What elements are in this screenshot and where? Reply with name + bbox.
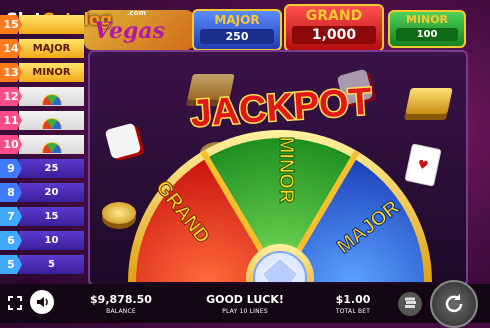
jackpot-wheel: GRAND MINOR MAJOR JACKPOT (128, 79, 432, 282)
wheel-label-minor: MINOR (275, 137, 297, 204)
mini-wheel-icon (19, 135, 84, 154)
paytable-row: 11 (0, 110, 84, 131)
paytable-row: 9 25 (0, 158, 84, 179)
major-amount: 250 (200, 29, 274, 44)
paytable-row: 10 (0, 134, 84, 155)
logo-com: .com (127, 9, 146, 17)
coin-stack-icon (405, 297, 416, 308)
spin-icon (445, 294, 463, 313)
bet-value: $1.00 (335, 293, 371, 306)
paytable-value: 15 (19, 207, 84, 226)
paytable-row: 7 15 (0, 206, 84, 227)
paytable-row: 12 (0, 86, 84, 107)
paytable-row: 15 (0, 14, 84, 35)
mini-wheel-graphic (41, 142, 62, 153)
grand-amount: 1,000 (292, 26, 376, 44)
bet-label: TOTAL BET (335, 308, 371, 315)
paytable-row: 6 10 (0, 230, 84, 251)
game-title: Vegas (94, 18, 166, 44)
paytable-row: 8 20 (0, 182, 84, 203)
grand-jackpot-meter: GRAND 1,000 (284, 4, 384, 52)
balance-display: $9,878.50 BALANCE (86, 293, 156, 315)
fullscreen-icon (8, 296, 22, 310)
major-jackpot-meter: MAJOR 250 (192, 9, 282, 51)
minor-jackpot-meter: MINOR 100 (388, 10, 466, 48)
grand-label: GRAND (305, 8, 363, 24)
paytable-row: 13 MINOR (0, 62, 84, 83)
minor-label: MINOR (405, 13, 449, 26)
paytable-value: MAJOR (19, 39, 84, 58)
paytable-value: MINOR (19, 63, 84, 82)
mini-wheel-graphic (41, 118, 62, 129)
bottom-bar: $9,878.50 BALANCE GOOD LUCK! PLAY 10 LIN… (0, 280, 490, 328)
coin-stack-button[interactable] (398, 292, 422, 316)
bet-display[interactable]: $1.00 TOTAL BET (328, 293, 378, 315)
lines-label: PLAY 10 LINES (222, 308, 268, 315)
paytable-value: 5 (19, 255, 84, 274)
jackpot-title: JACKPOT (189, 81, 373, 136)
sound-button[interactable] (30, 290, 54, 314)
message-display: GOOD LUCK! PLAY 10 LINES (205, 293, 285, 315)
mini-wheel-icon (19, 111, 84, 130)
paytable-row: 55 (0, 254, 84, 275)
sound-icon (37, 297, 48, 307)
fullscreen-button[interactable] (4, 292, 26, 314)
spin-button[interactable] (430, 280, 478, 328)
status-message: GOOD LUCK! (206, 293, 284, 306)
paytable-row: 14 MAJOR (0, 38, 84, 59)
mini-wheel-graphic (41, 94, 62, 105)
mini-wheel-icon (19, 87, 84, 106)
balance-value: $9,878.50 (90, 293, 152, 306)
paytable: 15 14 MAJOR 13 MINOR 12 11 10 9 25 8 20 7 15 6 10 5 5 (0, 14, 84, 278)
balance-label: BALANCE (106, 308, 136, 315)
paytable-value: 20 (19, 183, 84, 202)
minor-amount: 100 (396, 28, 458, 41)
paytable-value: 10 (19, 231, 84, 250)
paytable-value (19, 15, 84, 34)
paytable-value: 25 (19, 159, 84, 178)
major-label: MAJOR (214, 13, 260, 27)
